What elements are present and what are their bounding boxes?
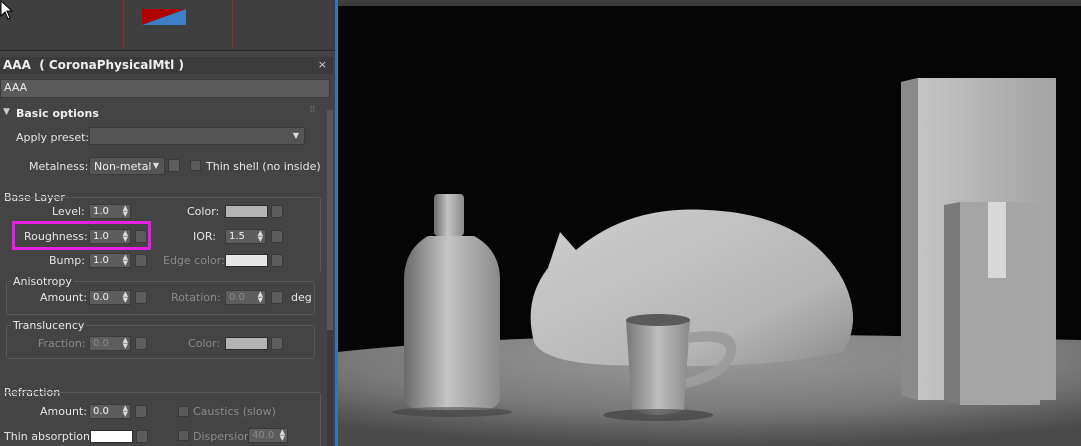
dispersion-spinner[interactable]: 40.0 ▲ ▼ xyxy=(248,428,288,443)
bump-map-button[interactable] xyxy=(135,254,147,267)
bottle xyxy=(404,236,500,410)
thin-shell-checkbox[interactable] xyxy=(190,160,201,171)
scrollbar[interactable] xyxy=(327,110,333,446)
thin-shell-label: Thin shell (no inside) xyxy=(206,160,321,173)
aniso-amount-label: Amount: xyxy=(40,291,87,304)
level-spinner[interactable]: 1.0 ▲ ▼ xyxy=(89,204,131,219)
refraction-amount-spinner[interactable]: 0.0 ▲ ▼ xyxy=(89,404,131,419)
refraction-amount-value: 0.0 xyxy=(93,406,109,417)
node-wire xyxy=(123,0,124,48)
fraction-value: 0.0 xyxy=(93,338,109,349)
edge-color-map-button[interactable] xyxy=(271,254,283,267)
color-map-button[interactable] xyxy=(271,205,283,218)
fraction-spinner[interactable]: 0.0 ▲ ▼ xyxy=(89,336,131,351)
base-color-swatch[interactable] xyxy=(225,205,268,218)
scrollbar-thumb[interactable] xyxy=(327,110,333,330)
spinner-arrows-icon[interactable]: ▲ ▼ xyxy=(280,429,285,442)
rollout-title[interactable]: Basic options xyxy=(16,107,99,120)
metalness-label: Metalness: xyxy=(29,160,89,173)
translucency-header: Translucency xyxy=(11,319,87,332)
spinner-arrows-icon[interactable]: ▲ ▼ xyxy=(123,405,128,418)
caustics-label: Caustics (slow) xyxy=(193,405,276,418)
material-name-field[interactable]: AAA xyxy=(0,79,330,98)
anisotropy-header: Anisotropy xyxy=(11,275,74,288)
refraction-amount-label: Amount: xyxy=(40,405,87,418)
translucency-color-label: Color: xyxy=(188,337,221,350)
rotation-spinner[interactable]: 0.0 ▲ ▼ xyxy=(225,290,266,305)
metalness-dropdown[interactable]: Non-metal ▼ xyxy=(89,157,165,175)
spinner-arrows-icon[interactable]: ▲ ▼ xyxy=(123,205,128,218)
spinner-arrows-icon[interactable]: ▲ ▼ xyxy=(123,254,128,267)
viewport-top-border xyxy=(338,0,1081,6)
collapse-arrow-icon[interactable]: ▼ xyxy=(3,107,10,117)
ior-label: IOR: xyxy=(193,230,216,243)
u-block-notch xyxy=(988,202,1006,278)
metalness-map-button[interactable] xyxy=(168,159,180,172)
cup-shadow xyxy=(603,409,713,421)
material-swatch-icon[interactable] xyxy=(142,9,186,25)
close-icon[interactable]: × xyxy=(318,58,327,71)
node-wire xyxy=(232,0,233,48)
roughness-highlight xyxy=(12,221,151,250)
thin-absorption-swatch[interactable] xyxy=(90,430,133,443)
fraction-label: Fraction: xyxy=(38,337,86,350)
caustics-checkbox[interactable] xyxy=(178,406,189,417)
aniso-amount-spinner[interactable]: 0.0 ▲ ▼ xyxy=(89,290,131,305)
rotation-map-button[interactable] xyxy=(271,291,283,304)
ior-value: 1.5 xyxy=(229,231,245,242)
dropdown-arrow-icon: ▼ xyxy=(292,131,299,140)
spinner-arrows-icon[interactable]: ▲ ▼ xyxy=(123,291,128,304)
color-label: Color: xyxy=(187,205,220,218)
translucency-color-swatch[interactable] xyxy=(225,337,268,350)
translucency-color-map-button[interactable] xyxy=(271,337,283,350)
material-name-value: AAA xyxy=(4,81,28,94)
level-value: 1.0 xyxy=(93,206,109,217)
ior-map-button[interactable] xyxy=(271,230,283,243)
arrow-cursor-icon xyxy=(0,0,14,20)
metalness-value: Non-metal xyxy=(94,160,152,173)
material-title: AAA ( CoronaPhysicalMtl ) xyxy=(3,58,184,72)
spinner-arrows-icon[interactable]: ▲ ▼ xyxy=(258,291,263,304)
edge-color-label: Edge color: xyxy=(163,254,225,267)
bump-label: Bump: xyxy=(49,254,85,267)
tall-block-side xyxy=(901,78,918,400)
bump-spinner[interactable]: 1.0 ▲ ▼ xyxy=(89,253,131,268)
spinner-arrows-icon[interactable]: ▲ ▼ xyxy=(123,337,128,350)
deg-unit: deg xyxy=(291,291,312,304)
dispersion-value: 40.0 xyxy=(252,430,275,441)
aniso-amount-value: 0.0 xyxy=(93,292,109,303)
spinner-arrows-icon[interactable]: ▲ ▼ xyxy=(258,230,263,243)
bump-value: 1.0 xyxy=(93,255,109,266)
dropdown-arrow-icon: ▼ xyxy=(152,161,159,170)
dispersion-label: Dispersion xyxy=(193,430,252,443)
slate-node-view[interactable] xyxy=(0,0,335,51)
thin-absorption-label: Thin absorption: xyxy=(4,430,94,443)
bottle-cap xyxy=(434,194,464,236)
fraction-map-button[interactable] xyxy=(135,337,147,350)
bottle-shadow xyxy=(392,407,512,417)
rotation-value: 0.0 xyxy=(229,292,245,303)
cat-sculpture xyxy=(530,209,853,367)
ior-spinner[interactable]: 1.5 ▲ ▼ xyxy=(225,229,266,244)
dispersion-checkbox[interactable] xyxy=(178,430,189,441)
cup-rim xyxy=(626,314,690,326)
refraction-amount-map-button[interactable] xyxy=(135,405,147,418)
render-viewport[interactable] xyxy=(338,0,1081,446)
edge-color-swatch[interactable] xyxy=(225,254,268,267)
level-label: Level: xyxy=(52,205,85,218)
apply-preset-label: Apply preset: xyxy=(16,131,90,144)
material-titlebar: AAA ( CoronaPhysicalMtl ) × xyxy=(0,57,333,74)
thin-absorption-map-button[interactable] xyxy=(136,430,148,443)
apply-preset-dropdown[interactable]: ▼ xyxy=(89,127,305,145)
rendered-scene xyxy=(338,78,1081,446)
u-block-side xyxy=(944,202,960,405)
material-editor-panel: AAA ( CoronaPhysicalMtl ) × AAA ▼ Basic … xyxy=(0,0,335,446)
rotation-label: Rotation: xyxy=(171,291,221,304)
grip-icon: ⠿ xyxy=(309,106,316,116)
cup xyxy=(626,320,690,415)
aniso-amount-map-button[interactable] xyxy=(135,291,147,304)
